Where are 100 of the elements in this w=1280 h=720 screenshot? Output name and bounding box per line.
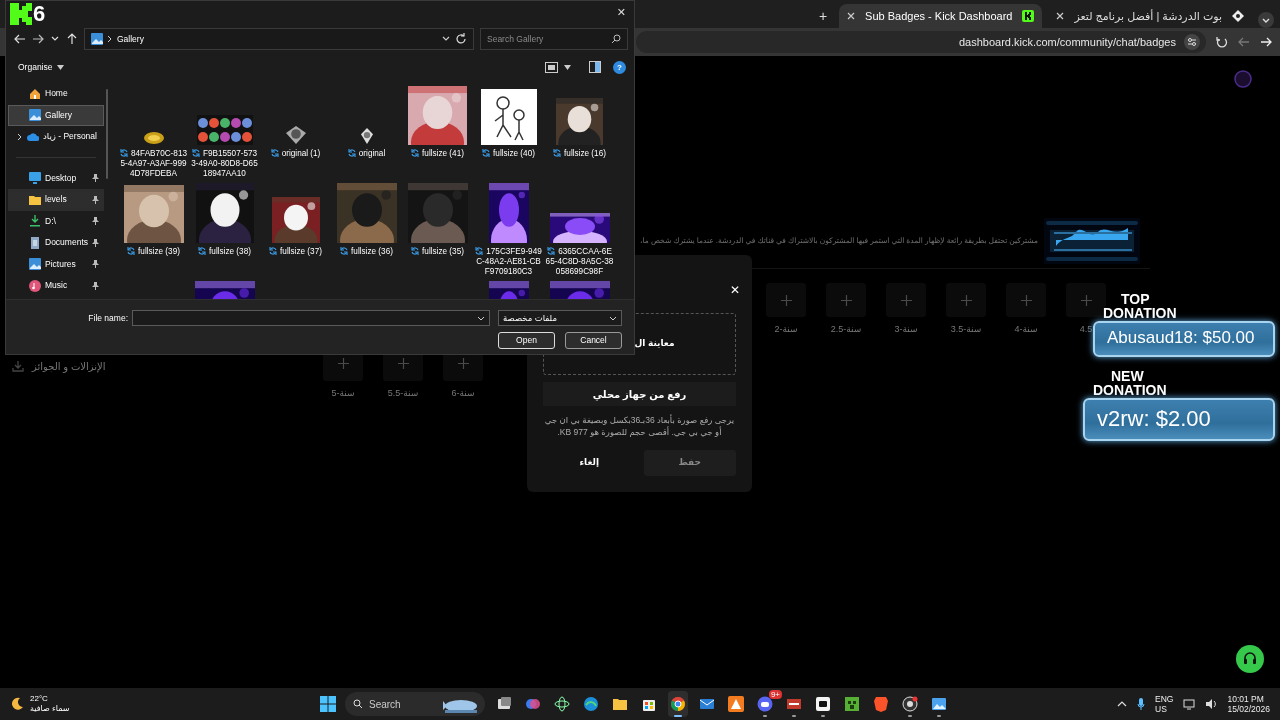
sidebar-item[interactable]: زياد - Personal xyxy=(8,126,104,148)
help-button[interactable]: ? xyxy=(613,60,626,74)
browser-tab[interactable]: Sub Badges - Kick Dashboard xyxy=(839,4,1043,28)
slot-label: 6-سنة xyxy=(451,386,475,400)
chevron-right-icon[interactable] xyxy=(17,132,23,141)
swirl-icon[interactable] xyxy=(525,696,541,712)
windows-icon[interactable] xyxy=(320,696,336,712)
sidebar-item[interactable]: Home xyxy=(8,83,104,105)
cancel-button[interactable]: Cancel xyxy=(565,332,622,349)
slot-label: 4.5 xyxy=(1079,323,1093,336)
bot-face-icon[interactable] xyxy=(815,696,831,712)
plus-icon xyxy=(840,294,852,306)
file-name: 175C3FE9-949C-48A2-AE81-CBF9709180C3 xyxy=(476,247,542,276)
new-tab-button[interactable]: + xyxy=(812,4,834,28)
slot-label: 3-سنة xyxy=(894,323,918,336)
plus-icon xyxy=(397,358,409,369)
close-button[interactable]: ✕ xyxy=(608,1,634,23)
file-item[interactable]: fullsize (38) xyxy=(189,183,260,281)
reload-icon[interactable] xyxy=(1216,36,1228,48)
sidebar-item[interactable]: levels xyxy=(8,189,104,211)
donation-heading: NEW xyxy=(1110,369,1145,383)
file-item[interactable]: fullsize (41) xyxy=(402,85,473,183)
language-indicator[interactable]: ENG US xyxy=(1155,694,1174,714)
chevron-up-icon[interactable] xyxy=(1117,700,1128,708)
file-item[interactable]: 175C3FE9-949C-48A2-AE81-CBF9709180C3 xyxy=(473,183,544,281)
file-item[interactable]: fullsize (39) xyxy=(118,183,189,281)
sidebar-item[interactable]: Pictures xyxy=(8,253,104,275)
picture-frame-icon[interactable] xyxy=(931,696,947,712)
help-text: يرجى رفع صورة بأبعاد 36بـ36بكسل وبصيغة بي ان جي أو جي بي جي. أقصى حجم للصورة هو 977 KB. xyxy=(543,415,736,438)
file-item[interactable]: fullsize (35) xyxy=(402,183,473,281)
sidebar-item[interactable]: Gallery xyxy=(8,104,104,126)
file-item[interactable]: original (1) xyxy=(260,85,331,183)
forward-arrow-icon[interactable] xyxy=(32,33,44,45)
file-type-dropdown[interactable]: ملفات مخصصة xyxy=(498,310,622,326)
triangle-icon[interactable] xyxy=(728,696,744,712)
ring-icon[interactable] xyxy=(902,696,918,712)
preview-pane-icon[interactable] xyxy=(589,61,601,73)
file-item[interactable]: fullsize (16) xyxy=(544,85,615,183)
refresh-icon[interactable] xyxy=(455,33,467,45)
atom-icon[interactable] xyxy=(554,696,570,712)
donation-heading: TOP xyxy=(1120,292,1151,306)
document-icon xyxy=(29,236,41,249)
address-bar[interactable]: dashboard.kick.com/community/chat/badges xyxy=(636,31,1206,53)
microphone-icon[interactable] xyxy=(1137,698,1146,710)
running-indicator xyxy=(792,715,796,717)
file-item[interactable]: F9B15507-5733-49A0-80D8-D6518947AA10 xyxy=(189,85,260,183)
close-button[interactable]: ✕ xyxy=(729,281,740,299)
sidebar-item[interactable]: Desktop xyxy=(8,167,104,189)
file-item[interactable]: original xyxy=(331,85,402,183)
tab-list-icon[interactable] xyxy=(1258,12,1274,28)
caret-icon[interactable] xyxy=(564,64,571,70)
task-view-icon[interactable] xyxy=(496,696,512,712)
file-item[interactable]: fullsize (40) xyxy=(473,85,544,183)
circle-logo-icon[interactable] xyxy=(670,696,686,712)
sidebar-item[interactable]: D:\ xyxy=(8,210,104,232)
controller-icon[interactable] xyxy=(757,696,773,712)
view-icon[interactable] xyxy=(545,61,558,73)
plus-icon xyxy=(900,294,912,306)
speaker-icon[interactable] xyxy=(1205,698,1218,710)
monitor-icon[interactable] xyxy=(1183,698,1196,710)
running-indicator xyxy=(908,715,912,717)
file-item[interactable]: 84FAB70C-8135-4A97-A3AF-9994D78FDEBA xyxy=(118,85,189,183)
sidebar-item[interactable]: Music xyxy=(8,275,104,297)
search-field[interactable]: Search xyxy=(345,692,485,716)
chevron-down-icon xyxy=(609,314,617,322)
browser-tab[interactable]: بوت الدردشة | أفضل برنامج لتعز xyxy=(1048,4,1252,28)
organise-menu[interactable]: Organise xyxy=(18,60,64,74)
up-arrow-icon[interactable] xyxy=(66,33,78,45)
file-name-field[interactable] xyxy=(132,310,490,326)
address-bar[interactable]: Gallery xyxy=(84,28,474,50)
clock[interactable]: 10:01 PM 15/02/2026 xyxy=(1227,694,1270,714)
home-icon xyxy=(29,87,41,100)
folder-icon xyxy=(29,193,41,206)
file-item[interactable]: 6365CCAA-6E65-4C8D-8A5C-38058699C98F xyxy=(544,183,615,281)
sidebar-link[interactable]: الإنزالات و الجوائز xyxy=(32,358,106,374)
open-button[interactable]: Open xyxy=(498,332,555,349)
file-name: fullsize (16) xyxy=(564,149,606,158)
plus-icon xyxy=(1020,294,1032,306)
url-text: dashboard.kick.com/community/chat/badges xyxy=(958,34,1176,50)
gallery-icon xyxy=(29,109,41,122)
slot-label: 5-سنة xyxy=(331,386,355,400)
sidebar-item[interactable]: Documents xyxy=(8,232,104,254)
pictures-icon xyxy=(29,258,41,271)
temperature: 22°C xyxy=(30,694,49,704)
cloud-icon xyxy=(27,130,39,143)
support-button[interactable] xyxy=(1236,645,1264,673)
block-icon[interactable] xyxy=(844,696,860,712)
meter-icon[interactable] xyxy=(786,696,802,712)
wave-circle-icon[interactable] xyxy=(583,696,599,712)
file-item[interactable]: fullsize (37) xyxy=(260,183,331,281)
upload-button[interactable]: رفع من جهاز محلي xyxy=(543,382,736,407)
lion-shield-icon[interactable] xyxy=(873,696,889,712)
search-field[interactable]: Search Gallery xyxy=(480,28,628,50)
close-icon[interactable] xyxy=(847,12,856,20)
close-icon[interactable] xyxy=(1056,12,1065,20)
file-item[interactable]: fullsize (36) xyxy=(331,183,402,281)
tune-icon[interactable] xyxy=(1184,34,1200,50)
envelope-icon[interactable] xyxy=(699,696,715,712)
cancel-button[interactable]: إلغاء xyxy=(543,450,636,476)
folder-icon[interactable] xyxy=(612,696,628,712)
